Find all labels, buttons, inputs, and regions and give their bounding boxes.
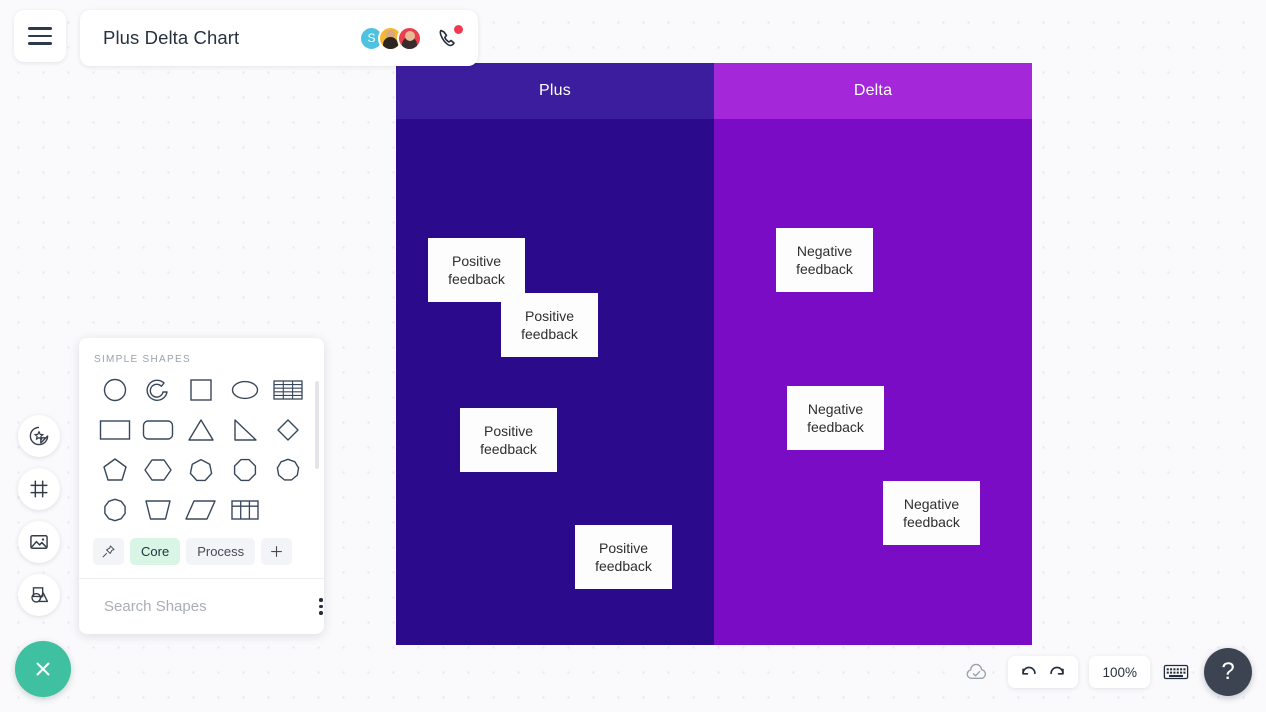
nonagon-shape[interactable] <box>267 453 310 486</box>
core-tab[interactable]: Core <box>130 538 181 565</box>
redo-button[interactable] <box>1045 660 1069 684</box>
sticky-note[interactable]: Positive feedback <box>575 525 672 589</box>
decagon-shape[interactable] <box>93 493 136 526</box>
sticky-note[interactable]: Negative feedback <box>787 386 884 450</box>
chart-column-plus[interactable]: Plus Positive feedback Positive feedback… <box>396 63 714 645</box>
help-button[interactable]: ? <box>1204 648 1252 696</box>
triangle-shape[interactable] <box>180 413 223 446</box>
right-triangle-shape[interactable] <box>223 413 266 446</box>
close-x-icon <box>36 662 50 676</box>
shapes-tool-button[interactable] <box>18 574 60 616</box>
zoom-level-button[interactable]: 100% <box>1089 656 1150 688</box>
shapes-icon <box>31 587 49 603</box>
undo-button[interactable] <box>1017 660 1041 684</box>
image-icon <box>30 535 48 549</box>
frame-icon <box>30 480 48 498</box>
phone-call-icon[interactable] <box>436 25 463 51</box>
table-shape[interactable] <box>223 493 266 526</box>
frame-tool-button[interactable] <box>18 468 60 510</box>
parallelogram-shape[interactable] <box>180 493 223 526</box>
keyboard-icon <box>1163 664 1189 680</box>
hamburger-menu-icon <box>28 42 52 45</box>
pentagon-shape[interactable] <box>93 453 136 486</box>
arc-shape[interactable] <box>136 373 179 406</box>
plus-icon <box>271 546 283 557</box>
close-panel-button[interactable] <box>15 641 71 697</box>
shapes-panel-title: SIMPLE SHAPES <box>94 354 191 365</box>
image-tool-button[interactable] <box>18 521 60 563</box>
undo-icon <box>1022 666 1037 675</box>
more-vertical-icon[interactable] <box>313 594 324 619</box>
redo-icon <box>1050 666 1065 675</box>
hamburger-menu-icon <box>28 27 52 30</box>
circle-shape[interactable] <box>93 373 136 406</box>
rounded-rect-shape[interactable] <box>136 413 179 446</box>
diamond-shape[interactable] <box>267 413 310 446</box>
keyboard-shortcuts-button[interactable] <box>1161 656 1191 688</box>
bottom-toolbar: 100% ? <box>956 648 1252 696</box>
column-header-delta: Delta <box>714 63 1032 119</box>
sticky-note[interactable]: Negative feedback <box>776 228 873 292</box>
column-body-plus[interactable]: Positive feedback Positive feedback Posi… <box>396 119 714 645</box>
shapes-grid-wrapper <box>79 373 324 532</box>
hexagon-shape[interactable] <box>136 453 179 486</box>
column-body-delta[interactable]: Negative feedback Negative feedback Nega… <box>714 119 1032 645</box>
octagon-shape[interactable] <box>223 453 266 486</box>
avatar[interactable] <box>397 25 422 51</box>
shapes-grid <box>79 373 324 532</box>
page-title[interactable]: Plus Delta Chart <box>103 27 239 49</box>
heptagon-shape[interactable] <box>180 453 223 486</box>
rectangle-shape[interactable] <box>93 413 136 446</box>
process-tab[interactable]: Process <box>186 538 256 565</box>
sticky-note[interactable]: Positive feedback <box>501 293 598 357</box>
search-input[interactable] <box>104 598 303 615</box>
ellipse-shape[interactable] <box>223 373 266 406</box>
square-shape[interactable] <box>180 373 223 406</box>
add-tab-button[interactable] <box>261 538 293 565</box>
hamburger-menu-button[interactable] <box>14 10 66 62</box>
collaborator-list: S <box>333 25 463 51</box>
shapes-panel-scrollbar[interactable] <box>315 381 319 469</box>
tool-rail <box>18 415 60 616</box>
sticker-tool-button[interactable] <box>18 415 60 457</box>
plus-delta-chart: Plus Positive feedback Positive feedback… <box>396 63 1032 645</box>
document-title-card: Plus Delta Chart S <box>80 10 478 66</box>
undo-redo-group <box>1008 656 1079 688</box>
pin-tab[interactable] <box>93 538 124 565</box>
save-status-button[interactable] <box>956 656 997 688</box>
hamburger-menu-icon <box>28 34 52 38</box>
top-bar: Plus Delta Chart S <box>14 10 478 66</box>
shape-category-tabs: Core Process <box>79 532 324 578</box>
shapes-panel: SIMPLE SHAPES Core Process Search Shapes <box>79 338 324 634</box>
trapezoid-shape[interactable] <box>136 493 179 526</box>
shape-search-row <box>79 578 324 634</box>
chart-column-delta[interactable]: Delta Negative feedback Negative feedbac… <box>714 63 1032 645</box>
pin-icon <box>102 545 115 558</box>
column-header-plus: Plus <box>396 63 714 119</box>
cloud-check-icon <box>967 663 987 679</box>
sticker-star-icon <box>29 426 49 446</box>
lined-table-shape[interactable] <box>267 373 310 406</box>
sticky-note[interactable]: Negative feedback <box>883 481 980 545</box>
call-notification-dot <box>454 25 463 34</box>
sticky-note[interactable]: Positive feedback <box>460 408 557 472</box>
